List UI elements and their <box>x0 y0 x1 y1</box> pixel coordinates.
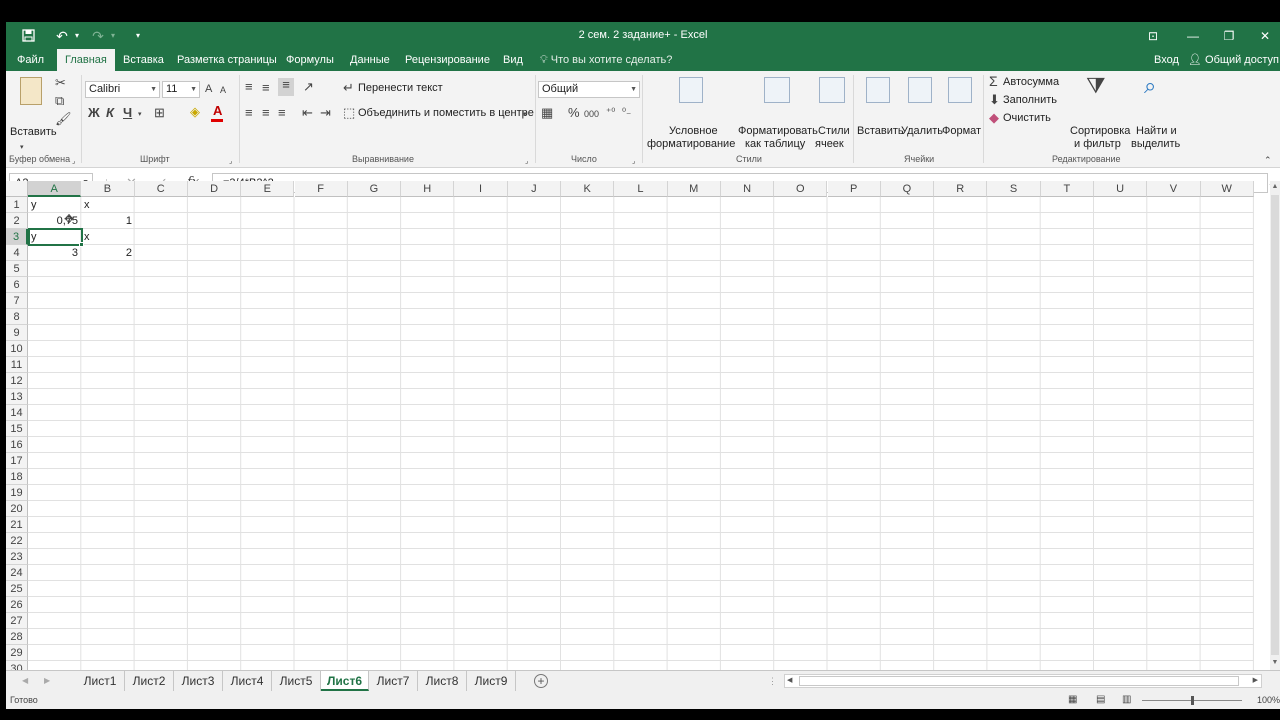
scroll-down-icon[interactable]: ▼ <box>1270 659 1280 666</box>
column-header-Q[interactable]: Q <box>880 181 935 197</box>
column-header-M[interactable]: M <box>667 181 721 197</box>
cell-A4[interactable]: 3 <box>28 245 81 261</box>
status-bar: Готово ▦ ▤ ▥ 100% <box>6 692 1280 709</box>
scroll-left-icon[interactable]: ◀ <box>787 675 792 687</box>
excel-window: ↶ ▾ ↷ ▾ ▾ 2 сем. 2 задание+ - Excel ⊡ — … <box>6 22 1280 709</box>
column-header-G[interactable]: G <box>347 181 402 197</box>
zoom-level[interactable]: 100% <box>1257 695 1280 705</box>
column-header-U[interactable]: U <box>1094 181 1148 197</box>
add-sheet-icon[interactable]: + <box>534 674 548 688</box>
scroll-right-icon[interactable]: ▶ <box>1253 675 1258 687</box>
row-header-28[interactable]: 28 <box>6 629 28 645</box>
column-header-H[interactable]: H <box>401 181 455 197</box>
column-header-N[interactable]: N <box>720 181 775 197</box>
row-header-24[interactable]: 24 <box>6 565 28 581</box>
row-header-1[interactable]: 1 <box>6 197 28 213</box>
column-header-T[interactable]: T <box>1040 181 1094 197</box>
prev-sheet-icon[interactable]: ◀ <box>22 674 28 688</box>
sheet-tab-1[interactable]: Лист1 <box>76 671 125 691</box>
zoom-slider-thumb[interactable] <box>1191 696 1194 705</box>
row-header-23[interactable]: 23 <box>6 549 28 565</box>
cell-A1[interactable]: y <box>28 197 81 213</box>
row-header-14[interactable]: 14 <box>6 405 28 421</box>
scroll-up-icon[interactable]: ▲ <box>1270 183 1280 190</box>
select-all-corner[interactable] <box>6 181 28 197</box>
column-header-I[interactable]: I <box>454 181 508 197</box>
column-header-C[interactable]: C <box>134 181 188 197</box>
row-header-9[interactable]: 9 <box>6 325 28 341</box>
row-header-25[interactable]: 25 <box>6 581 28 597</box>
row-header-5[interactable]: 5 <box>6 261 28 277</box>
row-header-20[interactable]: 20 <box>6 501 28 517</box>
sheet-tab-8[interactable]: Лист8 <box>418 671 467 691</box>
cursor-move-icon: ✥ <box>64 212 75 226</box>
active-cell-border <box>28 228 83 246</box>
column-header-V[interactable]: V <box>1147 181 1201 197</box>
row-header-11[interactable]: 11 <box>6 357 28 373</box>
page-break-view-icon[interactable]: ▥ <box>1122 693 1131 707</box>
row-header-18[interactable]: 18 <box>6 469 28 485</box>
row-header-27[interactable]: 27 <box>6 613 28 629</box>
fill-handle[interactable] <box>79 242 84 247</box>
row-header-6[interactable]: 6 <box>6 277 28 293</box>
row-header-10[interactable]: 10 <box>6 341 28 357</box>
row-header-15[interactable]: 15 <box>6 421 28 437</box>
cell-B3[interactable]: x <box>81 229 135 245</box>
column-header-P[interactable]: P <box>827 181 881 197</box>
column-header-E[interactable]: E <box>241 181 295 197</box>
row-header-7[interactable]: 7 <box>6 293 28 309</box>
sheet-tab-9[interactable]: Лист9 <box>467 671 516 691</box>
vertical-scroll-thumb[interactable] <box>1271 195 1279 655</box>
sheet-tab-7[interactable]: Лист7 <box>369 671 418 691</box>
row-header-16[interactable]: 16 <box>6 437 28 453</box>
row-header-13[interactable]: 13 <box>6 389 28 405</box>
row-header-19[interactable]: 19 <box>6 485 28 501</box>
sheet-tab-5[interactable]: Лист5 <box>272 671 321 691</box>
column-header-J[interactable]: J <box>507 181 561 197</box>
column-header-B[interactable]: B <box>81 181 135 197</box>
sheet-tab-bar: ◀ ▶ Лист1 Лист2 Лист3 Лист4 Лист5 Лист6 Лист7 Л… <box>6 670 1280 692</box>
grid-lines <box>28 197 1254 670</box>
sheet-tab-2[interactable]: Лист2 <box>125 671 174 691</box>
column-header-S[interactable]: S <box>987 181 1041 197</box>
cell-B2[interactable]: 1 <box>81 213 135 229</box>
status-ready: Готово <box>10 695 38 705</box>
row-header-12[interactable]: 12 <box>6 373 28 389</box>
sheet-tab-4[interactable]: Лист4 <box>223 671 272 691</box>
horizontal-scroll-thumb[interactable] <box>799 676 1239 686</box>
column-header-R[interactable]: R <box>934 181 988 197</box>
next-sheet-icon[interactable]: ▶ <box>44 674 50 688</box>
column-header-L[interactable]: L <box>614 181 668 197</box>
row-header-8[interactable]: 8 <box>6 309 28 325</box>
column-header-K[interactable]: K <box>561 181 615 197</box>
row-header-3[interactable]: 3 <box>6 229 28 245</box>
row-header-22[interactable]: 22 <box>6 533 28 549</box>
row-header-29[interactable]: 29 <box>6 645 28 661</box>
column-header-W[interactable]: W <box>1200 181 1254 197</box>
row-header-4[interactable]: 4 <box>6 245 28 261</box>
sheet-tab-6[interactable]: Лист6 <box>321 671 369 691</box>
row-header-17[interactable]: 17 <box>6 453 28 469</box>
row-header-2[interactable]: 2 <box>6 213 28 229</box>
row-header-21[interactable]: 21 <box>6 517 28 533</box>
tab-split-handle-icon[interactable]: ⋮ <box>768 674 777 688</box>
sheet-tab-3[interactable]: Лист3 <box>174 671 223 691</box>
vertical-scrollbar[interactable]: ▲ ▼ <box>1270 181 1280 670</box>
column-header-O[interactable]: O <box>774 181 828 197</box>
cell-B1[interactable]: x <box>81 197 135 213</box>
column-header-F[interactable]: F <box>294 181 348 197</box>
column-header-D[interactable]: D <box>187 181 242 197</box>
cell-B4[interactable]: 2 <box>81 245 135 261</box>
page-layout-view-icon[interactable]: ▤ <box>1096 693 1105 707</box>
row-header-26[interactable]: 26 <box>6 597 28 613</box>
normal-view-icon[interactable]: ▦ <box>1068 693 1077 707</box>
horizontal-scrollbar[interactable]: ◀ ▶ <box>784 674 1262 688</box>
column-header-A[interactable]: A <box>28 181 82 197</box>
